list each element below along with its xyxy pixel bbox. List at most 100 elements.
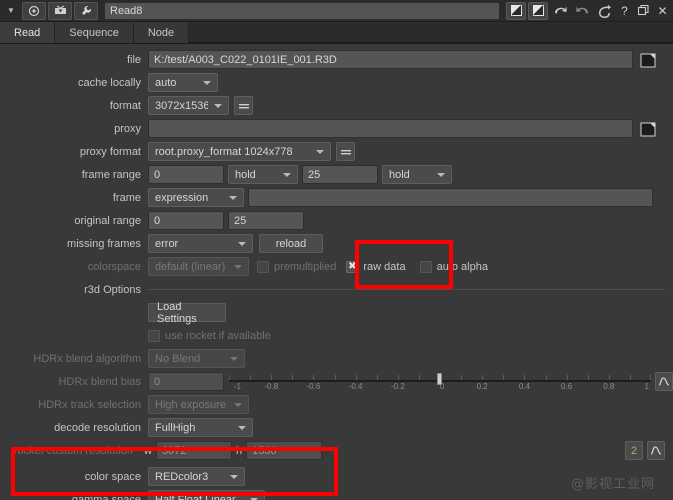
- redo-icon[interactable]: [572, 2, 592, 20]
- label-file: file: [126, 53, 141, 66]
- diagonal-square-icon-1[interactable]: [506, 1, 526, 20]
- animation-curve-icon[interactable]: [647, 441, 665, 460]
- diagonal-square-icon-2[interactable]: [528, 1, 548, 20]
- proxy-browse-folder-icon[interactable]: [638, 119, 657, 138]
- target-icon[interactable]: [22, 1, 46, 20]
- original-range-start-input[interactable]: [148, 211, 224, 230]
- premultiplied-label: premultiplied: [274, 260, 337, 273]
- hdrx-blend-bias-input[interactable]: [148, 372, 224, 391]
- undo-icon[interactable]: [550, 2, 570, 20]
- use-rocket-checkbox-row[interactable]: use rocket if available: [148, 329, 271, 342]
- label-format: format: [109, 99, 141, 112]
- format-equals-button[interactable]: [234, 96, 253, 115]
- titlebar: ▼ ?: [0, 0, 673, 22]
- tab-sequence[interactable]: Sequence: [55, 22, 134, 43]
- label-cache-locally: cache locally: [78, 76, 141, 89]
- original-range-end-input[interactable]: [228, 211, 304, 230]
- load-settings-button[interactable]: Load Settings: [148, 301, 226, 325]
- frame-range-before-dropdown[interactable]: hold: [228, 165, 298, 184]
- tab-read[interactable]: Read: [0, 22, 56, 43]
- label-hdrx-blend-bias: HDRx blend bias: [58, 375, 141, 388]
- width-label: w: [144, 444, 152, 457]
- chevron-down-icon: [214, 103, 222, 108]
- properties-panel: file cache locally auto format 3072x1536: [0, 44, 673, 500]
- chevron-down-icon: [238, 425, 246, 430]
- frame-mode-dropdown[interactable]: expression: [148, 188, 244, 207]
- label-proxy: proxy: [114, 122, 141, 135]
- revert-icon[interactable]: [594, 2, 614, 20]
- chevron-down-icon: [229, 195, 237, 200]
- restore-icon[interactable]: [635, 1, 652, 21]
- missing-frames-dropdown[interactable]: error: [148, 234, 253, 253]
- premultiplied-checkbox[interactable]: [257, 260, 269, 273]
- raw-data-checkbox[interactable]: ✖: [346, 260, 359, 273]
- auto-alpha-checkbox[interactable]: [419, 260, 432, 273]
- rocket-height-input[interactable]: [246, 441, 323, 460]
- label-hdrx-track-selection: HDRx track selection: [38, 398, 141, 411]
- format-dropdown[interactable]: 3072x1536: [148, 96, 229, 115]
- label-original-range: original range: [74, 214, 141, 227]
- help-icon[interactable]: ?: [616, 1, 633, 21]
- use-rocket-label: use rocket if available: [165, 329, 271, 342]
- row-decode-resolution: decode resolution FullHigh: [0, 417, 673, 438]
- node-name-input[interactable]: [104, 1, 500, 20]
- file-input[interactable]: [148, 50, 633, 69]
- use-rocket-checkbox[interactable]: [148, 329, 160, 342]
- tv-icon[interactable]: [48, 1, 72, 20]
- raw-data-checkbox-row[interactable]: ✖ raw data: [346, 260, 406, 273]
- gamma-space-dropdown[interactable]: Half Float Linear: [148, 490, 265, 500]
- proxy-format-equals-button[interactable]: [336, 142, 355, 161]
- frame-range-end-input[interactable]: [302, 165, 378, 184]
- proxy-input[interactable]: [148, 119, 633, 138]
- reload-button[interactable]: reload: [259, 234, 323, 253]
- slider-handle[interactable]: [437, 373, 443, 385]
- label-hdrx-blend-algorithm: HDRx blend algorithm: [33, 352, 141, 365]
- close-icon[interactable]: ✕: [654, 1, 671, 21]
- frame-range-after-dropdown[interactable]: hold: [382, 165, 452, 184]
- label-missing-frames: missing frames: [67, 237, 141, 250]
- group-divider: [148, 289, 665, 290]
- auto-alpha-checkbox-row[interactable]: auto alpha: [419, 260, 488, 273]
- row-format: format 3072x1536: [0, 95, 673, 116]
- row-proxy: proxy: [0, 118, 673, 139]
- watermark: @影视工业网: [570, 477, 655, 492]
- file-browse-folder-icon[interactable]: [638, 50, 657, 69]
- gamma-space-value: Half Float Linear: [155, 493, 236, 500]
- frame-range-start-input[interactable]: [148, 165, 224, 184]
- tab-node[interactable]: Node: [133, 22, 190, 43]
- rocket-width-input[interactable]: [155, 441, 232, 460]
- format-value: 3072x1536: [155, 99, 208, 112]
- cache-locally-dropdown[interactable]: auto: [148, 73, 218, 92]
- colorspace-dropdown[interactable]: default (linear): [148, 257, 249, 276]
- auto-alpha-label: auto alpha: [436, 260, 488, 273]
- chevron-down-icon: [238, 241, 246, 246]
- hdrx-track-selection-value: High exposure: [155, 398, 226, 411]
- frame-range-after-value: hold: [389, 168, 410, 181]
- rocket-resolution-count[interactable]: 2: [625, 441, 643, 460]
- frame-expression-input[interactable]: [248, 188, 653, 207]
- nuke-read-properties-window: ▼ ?: [0, 0, 673, 500]
- animation-curve-icon[interactable]: [655, 372, 673, 391]
- row-frame: frame expression: [0, 187, 673, 208]
- hdrx-track-selection-dropdown[interactable]: High exposure: [148, 395, 249, 414]
- row-hdrx-blend-algorithm: HDRx blend algorithm No Blend: [0, 348, 673, 369]
- raw-data-label: raw data: [363, 260, 406, 273]
- wrench-icon[interactable]: [74, 1, 98, 20]
- hdrx-blend-bias-slider[interactable]: -1 -0.8 -0.6 -0.4 -0.2 0 0.2 0.4 0.6 0.8: [229, 372, 652, 391]
- r3d-options-group-header: r3d Options: [0, 280, 673, 299]
- premultiplied-checkbox-row[interactable]: premultiplied: [257, 260, 337, 273]
- titlebar-action-icons: [506, 1, 614, 20]
- frame-range-before-value: hold: [235, 168, 256, 181]
- label-decode-resolution: decode resolution: [54, 421, 141, 434]
- label-gamma-space: gamma space: [71, 493, 141, 500]
- decode-resolution-dropdown[interactable]: FullHigh: [148, 418, 253, 437]
- label-colorspace: colorspace: [87, 260, 141, 273]
- chevron-down-icon: [234, 264, 242, 269]
- chevron-down-icon: [234, 402, 242, 407]
- color-space-dropdown[interactable]: REDcolor3: [148, 467, 245, 486]
- frame-mode-value: expression: [155, 191, 209, 204]
- hdrx-blend-algorithm-dropdown[interactable]: No Blend: [148, 349, 245, 368]
- row-hdrx-blend-bias: HDRx blend bias -1 -0.8 -0.6 -0.4 -0.2 0…: [0, 371, 673, 392]
- proxy-format-dropdown[interactable]: root.proxy_format 1024x778: [148, 142, 331, 161]
- dropdown-arrow-icon[interactable]: ▼: [2, 1, 20, 21]
